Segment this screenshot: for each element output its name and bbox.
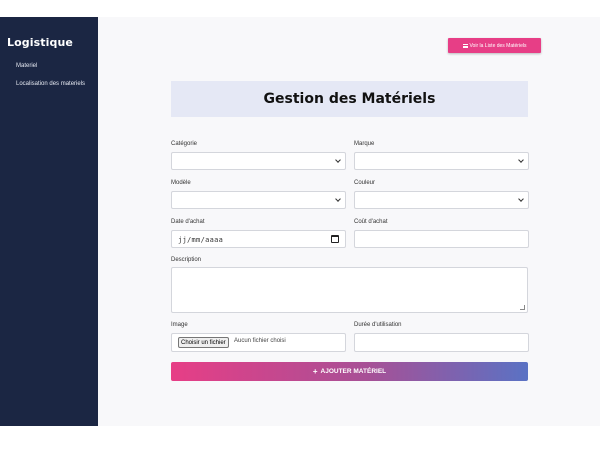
chevron-down-icon <box>335 157 341 163</box>
duree-input[interactable] <box>354 333 529 352</box>
add-material-button[interactable]: + AJOUTER MATÉRIEL <box>171 362 528 381</box>
image-file-input[interactable]: Choisir un fichier Aucun fichier choisi <box>171 333 346 352</box>
duree-label: Durée d'utilisation <box>354 322 402 328</box>
categorie-select[interactable] <box>171 152 346 170</box>
description-textarea[interactable] <box>171 267 528 313</box>
chevron-down-icon <box>335 196 341 202</box>
date-placeholder: jj/mm/aaaa <box>178 236 224 244</box>
page-title: Gestion des Matériels <box>263 91 436 107</box>
page-title-box: Gestion des Matériels <box>171 81 528 117</box>
main-content: Voir la Liste des Matériels Gestion des … <box>98 17 600 426</box>
sidebar-item-localisation[interactable]: Localisation des materiels <box>16 81 85 87</box>
sidebar: Logistique Materiel Localisation des mat… <box>0 17 98 426</box>
date-achat-label: Date d'achat <box>171 219 205 225</box>
cout-achat-input[interactable] <box>354 230 529 248</box>
app-frame: Logistique Materiel Localisation des mat… <box>0 17 600 426</box>
couleur-label: Couleur <box>354 180 376 186</box>
marque-select[interactable] <box>354 152 529 170</box>
add-material-button-label: AJOUTER MATÉRIEL <box>320 368 387 375</box>
image-label: Image <box>171 322 188 328</box>
resize-handle-icon[interactable] <box>520 305 525 310</box>
choose-file-button[interactable]: Choisir un fichier <box>178 337 229 348</box>
view-list-button[interactable]: Voir la Liste des Matériels <box>448 38 541 53</box>
modele-label: Modèle <box>171 180 191 186</box>
file-status: Aucun fichier choisi <box>234 338 286 344</box>
calendar-icon[interactable] <box>331 235 339 243</box>
chevron-down-icon <box>518 157 524 163</box>
cout-achat-label: Coût d'achat <box>354 219 388 225</box>
modele-select[interactable] <box>171 191 346 209</box>
chevron-down-icon <box>518 196 524 202</box>
categorie-label: Catégorie <box>171 141 198 147</box>
couleur-select[interactable] <box>354 191 529 209</box>
date-achat-input[interactable]: jj/mm/aaaa <box>171 230 346 248</box>
brand-title: Logistique <box>7 36 73 49</box>
list-icon <box>462 43 468 48</box>
plus-icon: + <box>312 366 318 376</box>
marque-label: Marque <box>354 141 375 147</box>
sidebar-item-materiel[interactable]: Materiel <box>16 63 37 69</box>
description-label: Description <box>171 257 202 263</box>
view-list-button-label: Voir la Liste des Matériels <box>469 42 527 49</box>
